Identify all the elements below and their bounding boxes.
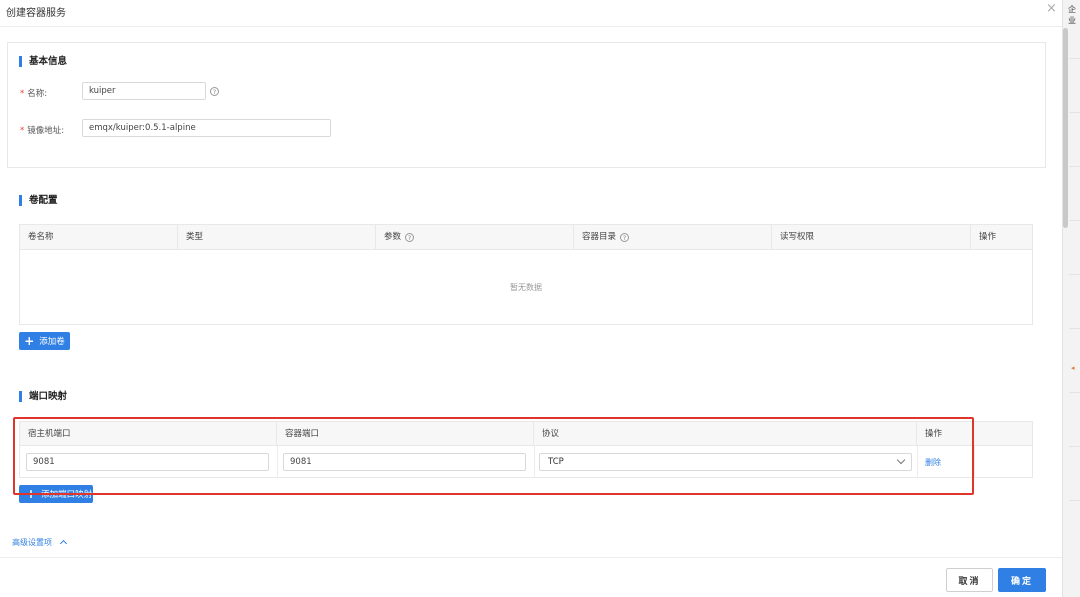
edge-marker: ◂ (1071, 364, 1075, 372)
section-title-basic: 基本信息 (19, 56, 67, 67)
col-params: 参数? (376, 225, 574, 249)
col-rw-permission: 读写权限 (772, 225, 971, 249)
edge-divider (1069, 446, 1080, 447)
edge-divider (1069, 500, 1080, 501)
basic-info-card (7, 42, 1046, 168)
required-mark: * (20, 89, 25, 99)
help-icon[interactable]: ? (620, 233, 630, 242)
section-title-volume: 卷配置 (19, 195, 58, 206)
edge-divider (1069, 166, 1080, 167)
dialog-title: 创建容器服务 (6, 8, 66, 19)
advanced-settings-toggle[interactable]: 高级设置项 (12, 537, 68, 548)
col-container-dir: 容器目录? (574, 225, 772, 249)
dialog-footer: 取消 确定 (0, 557, 1062, 597)
name-input[interactable]: kuiper (82, 82, 206, 100)
image-label: * 镜像地址: (20, 126, 65, 136)
col-protocol: 协议 (534, 422, 917, 446)
chevron-up-icon (59, 539, 68, 548)
help-icon[interactable]: ? (405, 233, 415, 242)
port-table-header: 宿主机端口 容器端口 协议 操作 (20, 422, 1032, 446)
scrollbar-thumb[interactable] (1063, 28, 1068, 228)
col-volume-name: 卷名称 (20, 225, 178, 249)
plus-icon: + (26, 487, 37, 501)
add-port-mapping-button[interactable]: + 添加端口映射 (19, 485, 93, 503)
edge-divider (1069, 392, 1080, 393)
edge-divider (1069, 274, 1080, 275)
background-window-text: 企业 (1068, 5, 1076, 25)
col-container-port: 容器端口 (277, 422, 534, 446)
volume-table-header: 卷名称 类型 参数? 容器目录? 读写权限 操作 (20, 225, 1032, 250)
edge-divider (1069, 58, 1080, 59)
table-row: 9081 9081 TCP 删除 (20, 446, 1032, 478)
confirm-button[interactable]: 确定 (998, 568, 1046, 592)
edge-divider (1069, 328, 1080, 329)
delete-row-link[interactable]: 删除 (925, 457, 941, 468)
plus-icon: + (24, 334, 35, 348)
edge-divider (1069, 112, 1080, 113)
protocol-select[interactable]: TCP (539, 453, 912, 471)
cancel-button[interactable]: 取消 (946, 568, 993, 592)
chevron-down-icon (896, 455, 906, 465)
name-label: * 名称: (20, 89, 48, 99)
required-mark: * (20, 126, 25, 136)
edge-divider (1069, 220, 1080, 221)
port-table: 宿主机端口 容器端口 协议 操作 9081 9081 TCP 删除 (19, 421, 1033, 478)
col-host-port: 宿主机端口 (20, 422, 277, 446)
image-input[interactable]: emqx/kuiper:0.5.1-alpine (82, 119, 331, 137)
col-type: 类型 (178, 225, 376, 249)
volume-table: 卷名称 类型 参数? 容器目录? 读写权限 操作 暂无数据 (19, 224, 1033, 325)
close-icon[interactable]: × (1046, 1, 1057, 17)
add-volume-button[interactable]: + 添加卷 (19, 332, 70, 350)
col-action: 操作 (917, 422, 974, 446)
section-title-ports: 端口映射 (19, 391, 67, 402)
col-action: 操作 (979, 232, 997, 242)
dialog-header: 创建容器服务 × (0, 0, 1062, 27)
host-port-input[interactable]: 9081 (26, 453, 269, 471)
help-icon[interactable]: ? (210, 87, 219, 96)
empty-state-text: 暂无数据 (510, 283, 542, 292)
container-port-input[interactable]: 9081 (283, 453, 526, 471)
